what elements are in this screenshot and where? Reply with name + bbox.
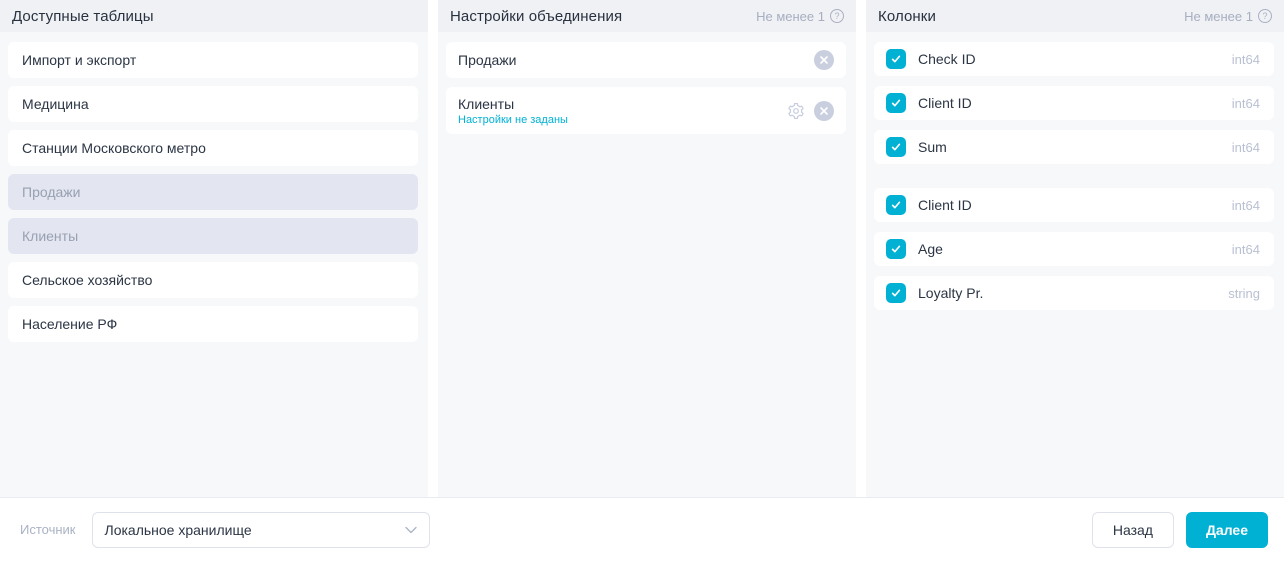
table-item-medicine[interactable]: Медицина <box>8 86 418 122</box>
source-label: Источник <box>20 522 76 537</box>
checkbox-checked[interactable] <box>886 93 906 113</box>
column-row-check-id[interactable]: Check ID int64 <box>874 42 1274 76</box>
back-button[interactable]: Назад <box>1092 512 1174 548</box>
remove-table-button[interactable] <box>814 101 834 121</box>
panel-header-tables: Доступные таблицы <box>0 0 428 32</box>
min-count-badge: Не менее 1 ? <box>1184 9 1272 24</box>
checkbox-checked[interactable] <box>886 283 906 303</box>
panel-title-columns: Колонки <box>878 8 936 25</box>
table-item-sales[interactable]: Продажи <box>8 174 418 210</box>
table-item-label: Клиенты <box>22 228 78 244</box>
panel-columns: Колонки Не менее 1 ? Check ID int64 Clie… <box>866 0 1284 497</box>
source-select[interactable]: Локальное хранилище <box>92 512 430 548</box>
table-item-label: Медицина <box>22 96 89 112</box>
min-count-label: Не менее 1 <box>756 9 825 24</box>
table-item-agriculture[interactable]: Сельское хозяйство <box>8 262 418 298</box>
table-item-label: Станции Московского метро <box>22 140 206 156</box>
join-item-label: Продажи <box>458 52 814 68</box>
remove-table-button[interactable] <box>814 50 834 70</box>
column-type: int64 <box>1232 52 1260 67</box>
column-type: int64 <box>1232 242 1260 257</box>
join-settings-link[interactable]: Настройки не заданы <box>458 114 787 126</box>
panel-join-settings: Настройки объединения Не менее 1 ? Прода… <box>438 0 856 497</box>
dataset-builder: Доступные таблицы Импорт и экспорт Медиц… <box>0 0 1284 561</box>
workspace: Доступные таблицы Импорт и экспорт Медиц… <box>0 0 1284 497</box>
chevron-down-icon <box>405 526 417 534</box>
column-row-loyalty-pr[interactable]: Loyalty Pr. string <box>874 276 1274 310</box>
panel-header-joins: Настройки объединения Не менее 1 ? <box>438 0 856 32</box>
checkbox-checked[interactable] <box>886 137 906 157</box>
question-circle-icon[interactable]: ? <box>830 9 844 23</box>
table-item-label: Сельское хозяйство <box>22 272 152 288</box>
join-item-label: Клиенты <box>458 96 787 112</box>
close-icon <box>819 106 829 116</box>
close-icon <box>819 55 829 65</box>
table-item-label: Продажи <box>22 184 80 200</box>
table-item-label: Население РФ <box>22 316 117 332</box>
column-row-sum[interactable]: Sum int64 <box>874 130 1274 164</box>
column-type: int64 <box>1232 198 1260 213</box>
panel-header-columns: Колонки Не менее 1 ? <box>866 0 1284 32</box>
panel-title-joins: Настройки объединения <box>450 8 622 25</box>
checkbox-checked[interactable] <box>886 195 906 215</box>
joins-list: Продажи Клиенты Настройки не заданы <box>438 32 856 497</box>
column-label: Client ID <box>918 95 1232 111</box>
column-label: Age <box>918 241 1232 257</box>
join-settings-button[interactable] <box>787 102 805 120</box>
checkbox-checked[interactable] <box>886 239 906 259</box>
column-group-clients: Client ID int64 Age int64 Loyalty Pr. st… <box>874 188 1274 310</box>
column-label: Check ID <box>918 51 1232 67</box>
table-item-label: Импорт и экспорт <box>22 52 136 68</box>
table-item-metro-stations[interactable]: Станции Московского метро <box>8 130 418 166</box>
column-label: Sum <box>918 139 1232 155</box>
column-row-client-id[interactable]: Client ID int64 <box>874 86 1274 120</box>
panel-title-tables: Доступные таблицы <box>12 8 154 25</box>
column-label: Loyalty Pr. <box>918 285 1228 301</box>
column-row-client-id-2[interactable]: Client ID int64 <box>874 188 1274 222</box>
panel-available-tables: Доступные таблицы Импорт и экспорт Медиц… <box>0 0 428 497</box>
table-item-import-export[interactable]: Импорт и экспорт <box>8 42 418 78</box>
join-item-sales: Продажи <box>446 42 846 78</box>
join-item-clients: Клиенты Настройки не заданы <box>446 87 846 134</box>
tables-list: Импорт и экспорт Медицина Станции Москов… <box>0 32 428 497</box>
column-label: Client ID <box>918 197 1232 213</box>
min-count-badge: Не менее 1 ? <box>756 9 844 24</box>
table-item-clients[interactable]: Клиенты <box>8 218 418 254</box>
column-type: int64 <box>1232 96 1260 111</box>
source-select-value: Локальное хранилище <box>105 522 252 538</box>
min-count-label: Не менее 1 <box>1184 9 1253 24</box>
column-type: int64 <box>1232 140 1260 155</box>
column-row-age[interactable]: Age int64 <box>874 232 1274 266</box>
question-circle-icon[interactable]: ? <box>1258 9 1272 23</box>
table-item-population-rf[interactable]: Население РФ <box>8 306 418 342</box>
join-item-main: Продажи <box>458 52 814 68</box>
join-item-main: Клиенты Настройки не заданы <box>458 96 787 126</box>
footer-bar: Источник Локальное хранилище Назад Далее <box>0 497 1284 561</box>
gear-icon <box>787 102 805 120</box>
next-button[interactable]: Далее <box>1186 512 1268 548</box>
columns-list: Check ID int64 Client ID int64 Sum int64 <box>866 32 1284 497</box>
checkbox-checked[interactable] <box>886 49 906 69</box>
column-group-sales: Check ID int64 Client ID int64 Sum int64 <box>874 42 1274 164</box>
column-type: string <box>1228 286 1260 301</box>
